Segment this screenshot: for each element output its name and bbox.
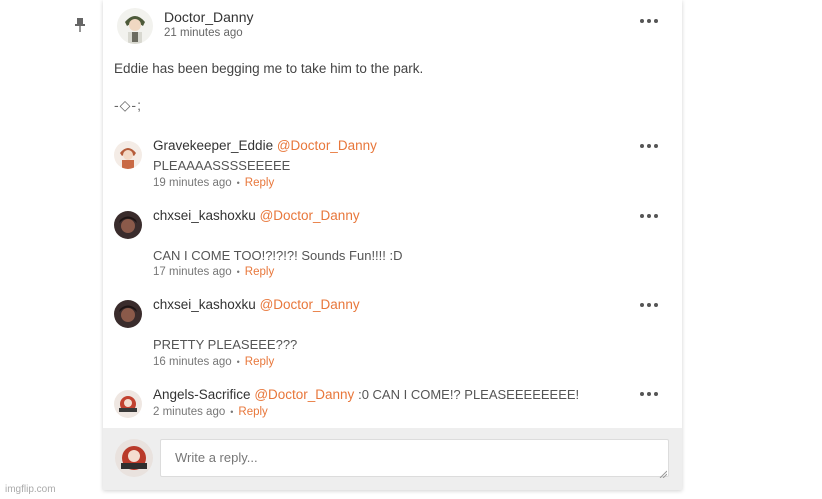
post-emote: -◇-;: [114, 97, 142, 113]
resize-grip-icon[interactable]: [659, 465, 668, 479]
post-timestamp: 21 minutes ago: [164, 27, 243, 39]
more-options-icon[interactable]: [640, 301, 660, 309]
comment-header: Angels-Sacrifice @Doctor_Danny :0 CAN I …: [153, 387, 579, 402]
comment-timestamp: 16 minutes ago: [153, 356, 232, 368]
comment-mention[interactable]: @Doctor_Danny: [277, 138, 377, 153]
more-options-icon[interactable]: [640, 390, 660, 398]
comment-thread-card: Doctor_Danny 21 minutes ago Eddie has be…: [103, 0, 682, 490]
comment-text: CAN I COME TOO!?!?!?! Sounds Fun!!!! :D: [153, 248, 403, 263]
more-options-icon[interactable]: [640, 142, 660, 150]
avatar[interactable]: [114, 211, 142, 239]
post-author[interactable]: Doctor_Danny: [164, 9, 254, 25]
comment-mention[interactable]: @Doctor_Danny: [260, 208, 360, 223]
comment-text: PLEAAAASSSSEEEEE: [153, 158, 291, 173]
more-options-icon[interactable]: [640, 212, 660, 220]
comment-author[interactable]: chxsei_kashoxku: [153, 208, 256, 223]
comment-header: chxsei_kashoxku @Doctor_Danny: [153, 208, 360, 223]
avatar[interactable]: [117, 8, 153, 44]
comment-meta: 19 minutes ago • Reply: [153, 177, 275, 189]
comment-text: :0 CAN I COME!? PLEASEEEEEEEE!: [358, 387, 580, 402]
avatar[interactable]: [114, 390, 142, 418]
comment-timestamp: 17 minutes ago: [153, 266, 232, 278]
more-options-icon[interactable]: [640, 17, 660, 25]
comment-meta: 16 minutes ago • Reply: [153, 356, 275, 368]
comment-mention[interactable]: @Doctor_Danny: [254, 387, 354, 402]
post-header: [117, 8, 153, 44]
post-body: Eddie has been begging me to take him to…: [114, 61, 424, 76]
avatar[interactable]: [114, 300, 142, 328]
comment-header: Gravekeeper_Eddie @Doctor_Danny: [153, 138, 377, 153]
reply-link[interactable]: Reply: [245, 266, 274, 278]
reply-link[interactable]: Reply: [238, 406, 267, 418]
avatar: [115, 439, 153, 477]
reply-link[interactable]: Reply: [245, 356, 274, 368]
pin-icon: [73, 17, 87, 33]
watermark: imgflip.com: [5, 484, 56, 495]
reply-link[interactable]: Reply: [245, 177, 274, 189]
comment-author[interactable]: Angels-Sacrifice: [153, 387, 251, 402]
comment-text: PRETTY PLEASEEE???: [153, 337, 298, 352]
comment-mention[interactable]: @Doctor_Danny: [260, 297, 360, 312]
avatar[interactable]: [114, 141, 142, 169]
comment-timestamp: 2 minutes ago: [153, 406, 226, 418]
comment-meta: 17 minutes ago • Reply: [153, 266, 275, 278]
comment-timestamp: 19 minutes ago: [153, 177, 232, 189]
reply-input[interactable]: [160, 439, 669, 477]
comment-meta: 2 minutes ago • Reply: [153, 406, 268, 418]
reply-composer: [103, 428, 682, 490]
comment-author[interactable]: Gravekeeper_Eddie: [153, 138, 273, 153]
comment-author[interactable]: chxsei_kashoxku: [153, 297, 256, 312]
comment-header: chxsei_kashoxku @Doctor_Danny: [153, 297, 360, 312]
